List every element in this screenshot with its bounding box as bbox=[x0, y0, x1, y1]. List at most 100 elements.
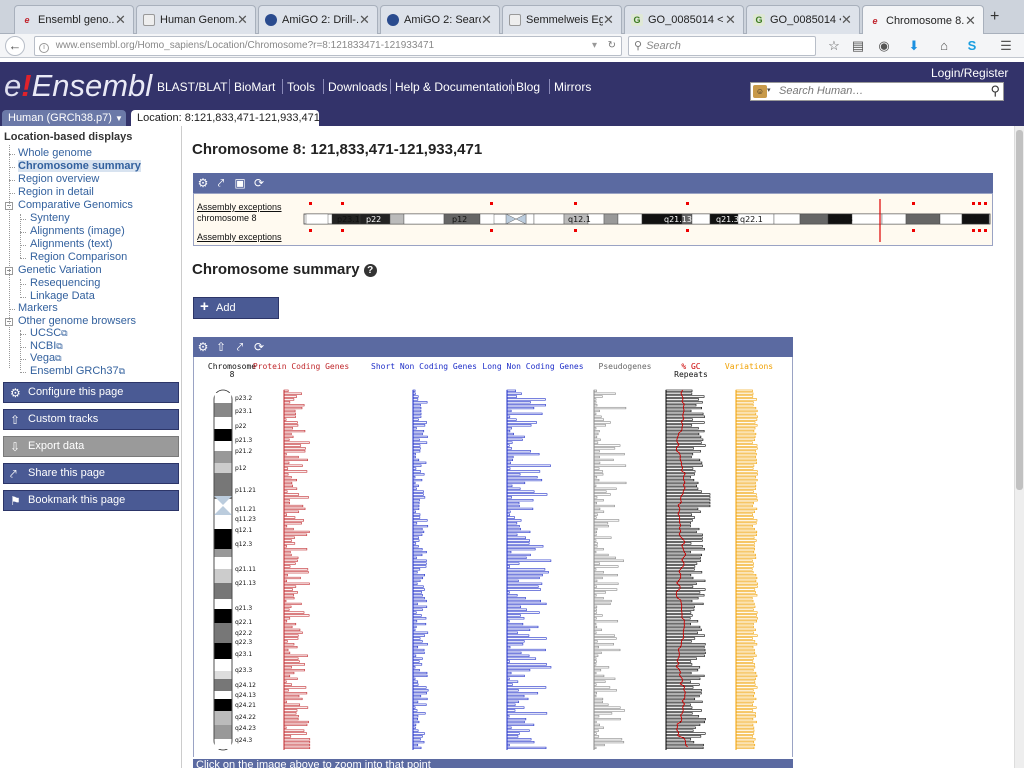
sidebar-item-region-comparison[interactable]: Region Comparison bbox=[30, 251, 127, 263]
configure-this-pagebutton[interactable]: ⚙ Configure this page bbox=[3, 382, 179, 403]
ideogram-svg[interactable]: p23.1 p22 p12 q12.1 q21.13 q21.3 q22.1 q23.3 q24… bbox=[194, 194, 992, 245]
sidebar-item-whole-genome[interactable]: Whole genome bbox=[18, 147, 92, 159]
info-icon[interactable]: i bbox=[39, 43, 49, 53]
url-bar[interactable]: i www.ensembl.org/Homo_sapiens/Location/… bbox=[34, 36, 622, 56]
density-bar bbox=[665, 634, 705, 637]
close-icon[interactable]: ✕ bbox=[481, 12, 495, 28]
browser-tab[interactable]: Semmelweis Eg...✕ bbox=[502, 5, 622, 34]
close-icon[interactable]: ✕ bbox=[965, 13, 979, 29]
sidebar-item-alignments-text[interactable]: Alignments (text) bbox=[30, 238, 113, 250]
density-bar bbox=[665, 542, 692, 545]
sidebar-item-vega[interactable]: Vega⧉ bbox=[30, 352, 62, 364]
sidebar-item-linkage-data[interactable]: Linkage Data bbox=[30, 290, 95, 302]
species-avatar-icon[interactable]: ☺ bbox=[753, 85, 767, 98]
sidebar-item-region-overview[interactable]: Region overview bbox=[18, 173, 99, 185]
add-features-button[interactable]: + Add features bbox=[193, 297, 279, 334]
ensembl-logo[interactable]: e!Ensembl bbox=[4, 68, 152, 104]
browser-search-input[interactable]: ⚲ Search bbox=[628, 36, 816, 56]
density-bar bbox=[283, 522, 302, 525]
close-icon[interactable]: ✕ bbox=[725, 12, 739, 28]
close-icon[interactable]: ✕ bbox=[841, 12, 855, 28]
vertical-scrollbar[interactable] bbox=[1014, 126, 1024, 768]
star-icon[interactable]: ☆ bbox=[826, 38, 842, 54]
help-icon[interactable]: ? bbox=[363, 264, 377, 277]
image-export-icon[interactable]: ▣ bbox=[233, 176, 247, 190]
nav-link-help-documentation[interactable]: Help & Documentation bbox=[395, 80, 515, 94]
density-bar bbox=[506, 700, 520, 703]
species-search-input[interactable]: Search Human… bbox=[779, 85, 863, 97]
sidebar-item-genetic-variation[interactable]: Genetic Variation bbox=[18, 264, 102, 276]
doc-favicon-icon bbox=[509, 14, 521, 26]
sidebar-item-markers[interactable]: Markers bbox=[18, 302, 58, 314]
home-icon[interactable]: ⌂ bbox=[936, 38, 952, 54]
chromosome-ideogram[interactable]: p23.1 p22 p12 q12.1 q21.13 q21.3 q22.1 q23.3 q24… bbox=[193, 193, 993, 246]
browser-tab[interactable]: G GO_0085014 < ...✕ bbox=[624, 5, 744, 34]
density-bar bbox=[506, 611, 540, 614]
browser-tab[interactable]: e Ensembl geno... ✕ bbox=[14, 5, 134, 34]
nav-link-downloads[interactable]: Downloads bbox=[328, 80, 387, 94]
pocket-icon[interactable]: ◉ bbox=[876, 38, 892, 54]
nav-link-mirrors[interactable]: Mirrors bbox=[554, 80, 591, 94]
density-bar bbox=[665, 700, 703, 703]
nav-link-blog[interactable]: Blog bbox=[516, 80, 540, 94]
summary-chart-svg[interactable]: Chromosome8Protein Coding Genes Short Non… bbox=[194, 357, 792, 757]
custom-tracksbutton[interactable]: ⇧ Custom tracks bbox=[3, 409, 179, 430]
sidebar-item-comparative-genomics[interactable]: Comparative Genomics bbox=[18, 199, 133, 211]
sidebar-item-alignments-image[interactable]: Alignments (image) bbox=[30, 225, 125, 237]
location-tab[interactable]: Location: 8:121,833,471-121,933,471 bbox=[131, 110, 320, 126]
gear-icon[interactable]: ⚙ bbox=[196, 176, 210, 190]
close-icon[interactable]: ✕ bbox=[359, 12, 373, 28]
species-dropdown-icon[interactable]: ▾ bbox=[767, 86, 771, 94]
sidebar-item-resequencing[interactable]: Resequencing bbox=[30, 277, 100, 289]
share-this-pagebutton[interactable]: ⤤ Share this page bbox=[3, 463, 179, 484]
browser-tab[interactable]: AmiGO 2: Search✕ bbox=[380, 5, 500, 34]
nav-link-tools[interactable]: Tools bbox=[287, 80, 315, 94]
density-bar bbox=[283, 597, 295, 600]
sidebar-item-chromosome-summary[interactable]: Chromosome summary bbox=[18, 160, 141, 172]
close-icon[interactable]: ✕ bbox=[237, 12, 251, 28]
download-arrow-icon[interactable]: ⬇ bbox=[906, 38, 922, 54]
new-tab-button[interactable]: + bbox=[990, 8, 999, 26]
density-bar bbox=[506, 574, 543, 577]
sidebar-item-ncbi[interactable]: NCBI⧉ bbox=[30, 340, 63, 352]
dropdown-icon[interactable]: ▾ bbox=[592, 37, 597, 55]
share-icon[interactable]: ⤤ bbox=[233, 340, 247, 354]
login-link[interactable]: Login/Register bbox=[931, 66, 1008, 80]
nav-link-biomart[interactable]: BioMart bbox=[234, 80, 275, 94]
density-bar bbox=[593, 602, 611, 606]
sidebar-item-other-genome-browsers[interactable]: Other genome browsers bbox=[18, 315, 136, 327]
nav-link-blast-blat[interactable]: BLAST/BLAT bbox=[157, 80, 227, 94]
resize-icon[interactable]: ⟳ bbox=[252, 176, 266, 190]
close-icon[interactable]: ✕ bbox=[603, 12, 617, 28]
search-icon[interactable]: ⚲ bbox=[990, 83, 1000, 99]
chromosome-summary-chart[interactable]: Chromosome 8 Protein Coding Genes Short Non… bbox=[193, 357, 793, 757]
gear-icon[interactable]: ⚙ bbox=[196, 340, 210, 354]
share-icon[interactable]: ⤤ bbox=[214, 176, 228, 190]
reload-icon[interactable]: ↻ bbox=[608, 37, 616, 55]
close-icon[interactable]: ✕ bbox=[115, 12, 129, 28]
density-bar bbox=[593, 620, 619, 623]
scrollbar-thumb[interactable] bbox=[1016, 130, 1023, 490]
browser-tab[interactable]: Human Genom... ✕ bbox=[136, 5, 256, 34]
back-icon[interactable]: ← bbox=[5, 36, 25, 56]
browser-tab[interactable]: G GO_0085014 < ...✕ bbox=[746, 5, 860, 34]
reader-icon[interactable]: ▤ bbox=[850, 38, 866, 54]
bookmark-this-pagebutton[interactable]: ⚑ Bookmark this page bbox=[3, 490, 179, 511]
density-bar bbox=[593, 525, 609, 528]
browser-tab[interactable]: e Chromosome 8... ✕ bbox=[862, 5, 984, 35]
skype-icon[interactable]: S bbox=[964, 38, 980, 54]
export-databutton[interactable]: ⇩ Export data bbox=[3, 436, 179, 457]
resize-icon[interactable]: ⟳ bbox=[252, 340, 266, 354]
sidebar-item-region-in-detail[interactable]: Region in detail bbox=[18, 186, 94, 198]
species-tab[interactable]: Human (GRCh38.p7) ▼ bbox=[2, 110, 126, 126]
sidebar-item-ensembl-grch37[interactable]: Ensembl GRCh37⧉ bbox=[30, 365, 125, 377]
band-label: p12 bbox=[235, 465, 247, 472]
menu-icon[interactable]: ☰ bbox=[998, 38, 1014, 54]
species-search[interactable]: ☺ ▾ Search Human… ⚲ bbox=[750, 82, 1004, 101]
upload-icon[interactable]: ⇧ bbox=[214, 340, 228, 354]
density-bar bbox=[506, 625, 539, 629]
url-text[interactable]: www.ensembl.org/Homo_sapiens/Location/Ch… bbox=[56, 40, 434, 51]
sidebar-item-synteny[interactable]: Synteny bbox=[30, 212, 70, 224]
sidebar-item-ucsc[interactable]: UCSC⧉ bbox=[30, 327, 68, 339]
browser-tab[interactable]: AmiGO 2: Drill-... ✕ bbox=[258, 5, 378, 34]
